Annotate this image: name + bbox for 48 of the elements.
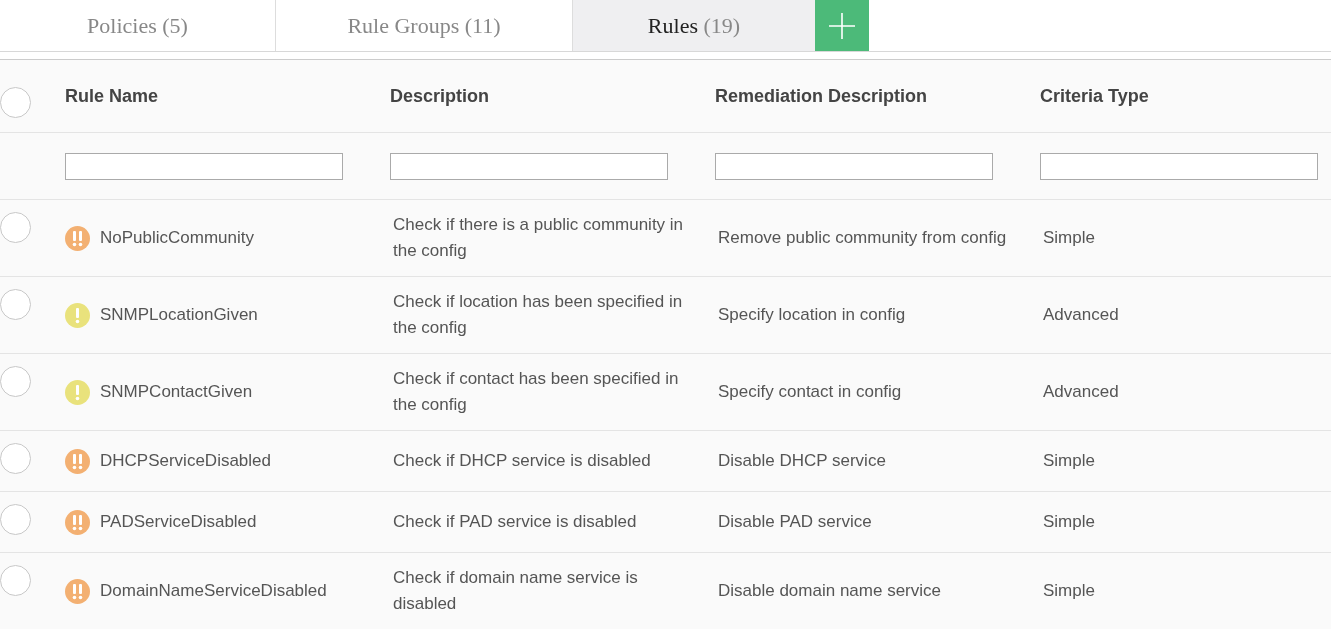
row-checkbox[interactable]	[0, 289, 31, 320]
table-cell-text: Check if there is a public community in the config	[393, 214, 685, 262]
table-cell-text: Specify contact in config	[718, 381, 903, 403]
column-header[interactable]: Rule Name	[65, 85, 159, 107]
rule-name[interactable]: SNMPContactGiven	[100, 379, 253, 405]
table-cell-text: Specify location in config	[718, 304, 907, 326]
double-exclamation-icon	[65, 225, 90, 251]
table-cell-text: Check if contact has been specified in the config	[393, 368, 680, 416]
filter-field[interactable]	[1040, 152, 1318, 180]
double-exclamation-icon	[65, 509, 90, 535]
rule-name[interactable]: PADServiceDisabled	[100, 509, 257, 535]
row-checkbox[interactable]	[0, 212, 31, 243]
select-all-checkbox[interactable]	[0, 86, 31, 118]
row-checkbox[interactable]	[0, 366, 31, 397]
column-header[interactable]: Criteria Type	[1040, 85, 1149, 107]
table-cell-text: Simple	[1043, 227, 1096, 249]
table-cell-text: Disable domain name service	[718, 580, 942, 602]
filter-field[interactable]	[715, 152, 993, 180]
table-cell-text: Advanced	[1043, 381, 1120, 403]
table-cell-text: Check if PAD service is disabled	[393, 511, 638, 533]
table-cell-text: Check if location has been specified in the config	[393, 291, 684, 339]
column-header[interactable]: Description	[390, 85, 490, 107]
table-cell-text: Simple	[1043, 450, 1096, 472]
table-cell-text: Disable DHCP service	[718, 450, 887, 472]
add-button[interactable]	[815, 0, 869, 51]
row-checkbox[interactable]	[0, 565, 31, 596]
filter-field[interactable]	[65, 152, 343, 180]
double-exclamation-icon	[65, 448, 90, 474]
filter-field[interactable]	[390, 152, 668, 180]
rule-name[interactable]: SNMPLocationGiven	[100, 302, 258, 328]
tab[interactable]: Rules (19)	[573, 0, 815, 51]
table-cell-text: Disable PAD service	[718, 511, 873, 533]
exclamation-icon	[65, 302, 90, 328]
table-cell-text: Simple	[1043, 580, 1096, 602]
table-cell-text: Check if domain name service is disabled	[393, 567, 639, 615]
plus-icon	[828, 11, 856, 40]
exclamation-icon	[65, 379, 90, 405]
rule-name[interactable]: NoPublicCommunity	[100, 225, 254, 251]
double-exclamation-icon	[65, 578, 90, 604]
table-cell-text: Advanced	[1043, 304, 1120, 326]
rule-name[interactable]: DHCPServiceDisabled	[100, 448, 271, 474]
table-cell-text: Check if DHCP service is disabled	[393, 450, 652, 472]
table-cell-text: Remove public community from config	[718, 227, 1008, 249]
column-header[interactable]: Remediation Description	[715, 85, 928, 107]
table-cell-text: Simple	[1043, 511, 1096, 533]
row-checkbox[interactable]	[0, 504, 31, 535]
rule-name[interactable]: DomainNameServiceDisabled	[100, 578, 327, 604]
row-checkbox[interactable]	[0, 443, 31, 474]
